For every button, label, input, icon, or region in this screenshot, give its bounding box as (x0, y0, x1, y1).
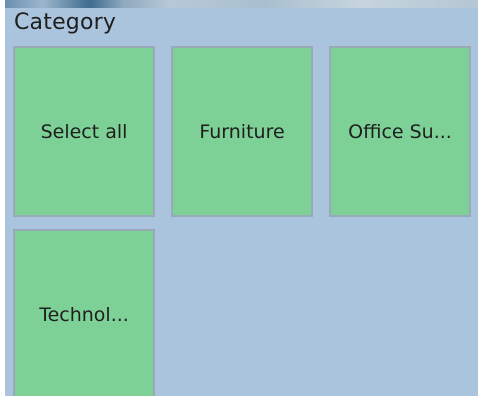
slicer-item-label: Select all (40, 120, 128, 143)
slicer-title: Category (14, 10, 117, 35)
slicer-item-label: Technol... (39, 303, 129, 326)
category-slicer: Category Select all Furniture Office Su.… (5, 0, 478, 396)
slicer-item-office-supplies[interactable]: Office Su... (329, 46, 471, 217)
slicer-item-technology[interactable]: Technol... (13, 229, 155, 396)
slicer-item-label: Furniture (199, 120, 285, 143)
slicer-item-furniture[interactable]: Furniture (171, 46, 313, 217)
slicer-item-label: Office Su... (348, 120, 452, 143)
slicer-item-select-all[interactable]: Select all (13, 46, 155, 217)
background-image-strip (5, 0, 478, 8)
